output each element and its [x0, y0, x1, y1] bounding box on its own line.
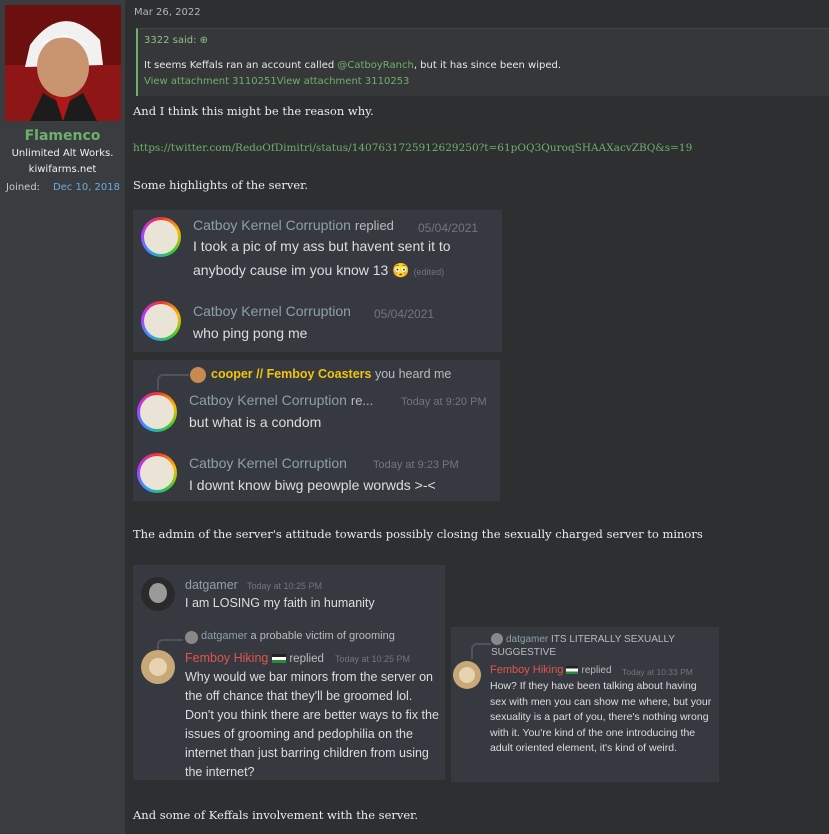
- message-text: who ping pong me: [193, 325, 308, 341]
- reply-preview: cooper // Femboy Coasters you heard me: [211, 367, 451, 381]
- reply-preview: datgamer ITS LITERALLY SEXUALLY SUGGESTI…: [491, 633, 711, 659]
- message-time: 05/04/2021: [418, 221, 479, 235]
- reply-author: cooper // Femboy Coasters: [211, 367, 372, 381]
- replied-label: replied: [354, 218, 394, 233]
- post-date[interactable]: Mar 26, 2022: [134, 7, 201, 18]
- author-name: datgamer: [185, 578, 238, 592]
- message-author: Catboy Kernel Corruption replied: [193, 217, 394, 233]
- message-text: I downt know biwg peowple worwds >-<: [189, 477, 436, 493]
- message-time: Today at 10:25 PM: [335, 654, 411, 664]
- catboy-avatar-icon: [137, 453, 177, 493]
- joined-label: Joined:: [6, 182, 41, 193]
- dog-avatar-icon: [453, 661, 481, 689]
- paragraph-1: And I think this might be the reason why…: [133, 104, 374, 118]
- user-avatar[interactable]: [5, 5, 121, 121]
- author-name: Catboy Kernel Corruption: [193, 217, 351, 233]
- quote-body: It seems Keffals ran an account called @…: [144, 60, 561, 71]
- reply-author: datgamer: [201, 630, 248, 642]
- message-time: Today at 10:25 PM: [247, 581, 323, 591]
- message-author: Femboy Hiking replied: [490, 664, 612, 676]
- author-name: Femboy Hiking: [490, 664, 564, 676]
- post-body: Mar 26, 2022 3322 said: ⊕ It seems Keffa…: [125, 0, 829, 834]
- flag-icon: [566, 666, 579, 675]
- reply-connector: [157, 374, 189, 390]
- catboy-avatar-icon: [141, 217, 181, 257]
- message-time: 05/04/2021: [374, 307, 435, 321]
- catboy-avatar-icon: [137, 392, 177, 432]
- cooper-avatar-icon: [190, 367, 206, 383]
- reply-text: a probable victim of grooming: [250, 630, 395, 642]
- edited-label: (edited): [413, 267, 445, 277]
- quote-text-prefix: It seems Keffals ran an account called: [144, 60, 338, 71]
- message-time: Today at 10:33 PM: [622, 667, 693, 677]
- message-text-2: anybody cause im you know 13: [193, 262, 389, 278]
- paragraph-4: And some of Keffals involvement with the…: [133, 808, 419, 822]
- joined-date: Dec 10, 2018: [52, 182, 120, 193]
- message-text: How? If they have been talking about hav…: [490, 680, 712, 754]
- message-author: Catboy Kernel Corruption re...: [189, 392, 373, 408]
- message-time: Today at 9:20 PM: [401, 396, 487, 408]
- quote-attachments[interactable]: View attachment 3110251View attachment 3…: [144, 76, 409, 87]
- discord-screenshot-3[interactable]: datgamer Today at 10:25 PM I am LOSING m…: [133, 565, 445, 780]
- message-text: I took a pic of my ass but havent sent i…: [193, 238, 451, 254]
- flushed-emoji-icon: 😳: [392, 262, 410, 278]
- quote-mention[interactable]: @CatboyRanch: [337, 60, 413, 71]
- reply-text: you heard me: [374, 367, 452, 381]
- user-sidebar: Flamenco Unlimited Alt Works. kiwifarms.…: [0, 0, 125, 834]
- catboy-avatar-icon: [141, 301, 181, 341]
- message-text: but what is a condom: [189, 414, 322, 430]
- quote-header[interactable]: 3322 said: ⊕: [144, 35, 208, 46]
- discord-screenshot-2[interactable]: cooper // Femboy Coasters you heard me C…: [133, 360, 500, 501]
- replied-label: replied: [581, 665, 612, 676]
- message-author: Femboy Hiking replied: [185, 651, 324, 665]
- author-extra: re...: [350, 393, 374, 408]
- author-name: Femboy Hiking: [185, 651, 269, 665]
- dog-avatar-icon: [141, 650, 175, 684]
- datgamer-avatar-icon: [141, 577, 175, 611]
- discord-screenshot-4[interactable]: datgamer ITS LITERALLY SEXUALLY SUGGESTI…: [451, 627, 719, 782]
- message-text: I am LOSING my faith in humanity: [185, 596, 375, 610]
- reply-author: datgamer: [506, 634, 549, 645]
- reply-preview: datgamer a probable victim of grooming: [201, 630, 395, 642]
- twitter-link[interactable]: https://twitter.com/RedoOfDimitri/status…: [133, 142, 692, 154]
- author-name: Catboy Kernel Corruption: [193, 303, 351, 319]
- username[interactable]: Flamenco: [0, 128, 125, 144]
- paragraph-3: The admin of the server's attitude towar…: [133, 527, 703, 541]
- datgamer-avatar-icon: [185, 631, 198, 644]
- paragraph-2: Some highlights of the server.: [133, 178, 309, 192]
- author-name: Catboy Kernel Corruption: [189, 392, 347, 408]
- user-site: kiwifarms.net: [28, 164, 97, 175]
- flag-icon: [271, 654, 286, 664]
- message-text: Why would we bar minors from the server …: [185, 670, 439, 779]
- replied-label: replied: [289, 653, 324, 665]
- quote-text-suffix: , but it has since been wiped.: [413, 60, 562, 71]
- reply-connector: [471, 643, 491, 659]
- author-name: Catboy Kernel Corruption: [189, 455, 347, 471]
- quote-block: 3322 said: ⊕ It seems Keffals ran an acc…: [136, 28, 829, 96]
- message-text-line2: anybody cause im you know 13 😳 (edited): [193, 262, 444, 279]
- discord-screenshot-1[interactable]: Catboy Kernel Corruption replied 05/04/2…: [133, 210, 502, 352]
- user-title: Unlimited Alt Works.: [11, 148, 114, 159]
- message-time: Today at 9:23 PM: [373, 459, 459, 471]
